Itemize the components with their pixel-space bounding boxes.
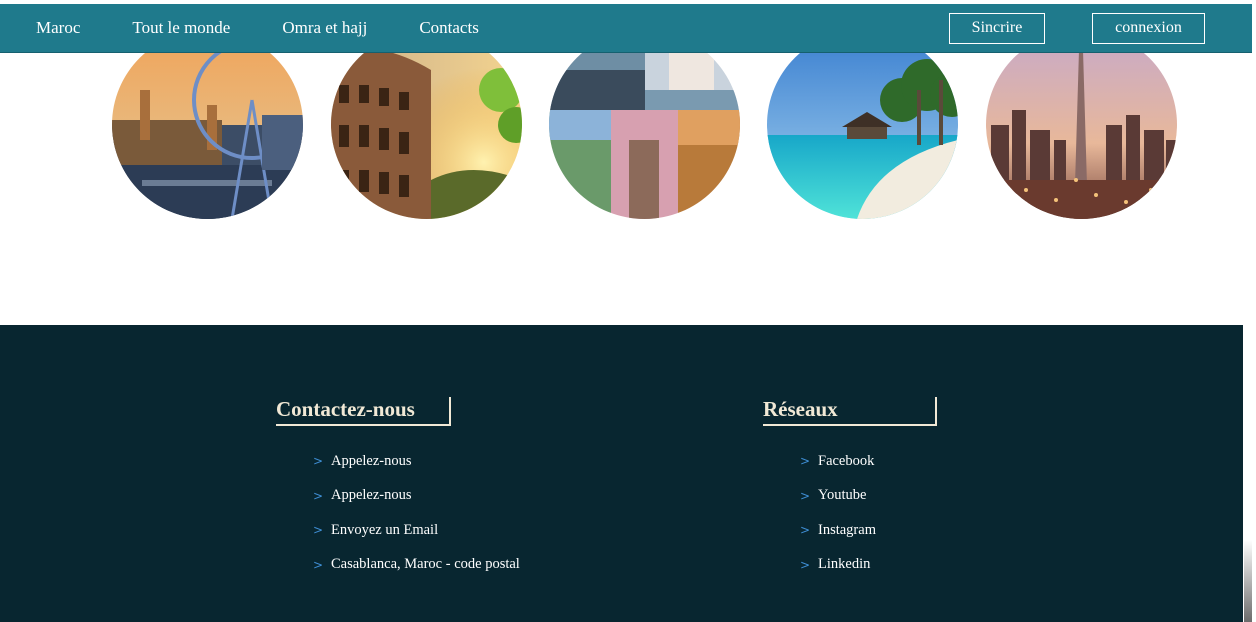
heading-divider <box>449 397 451 426</box>
list-item: > Linkedin <box>800 548 937 583</box>
contact-link-address[interactable]: Casablanca, Maroc - code postal <box>331 556 520 573</box>
destination-colosseum-icon[interactable] <box>331 30 522 219</box>
chevron-right-icon: > <box>800 557 811 572</box>
nav-link-omra-hajj[interactable]: Omra et hajj <box>282 18 367 38</box>
social-link-youtube[interactable]: Youtube <box>818 487 866 504</box>
social-link-facebook[interactable]: Facebook <box>818 453 874 470</box>
nav-auth: Sincrire connexion <box>949 12 1205 44</box>
nav-link-tout-le-monde[interactable]: Tout le monde <box>132 18 230 38</box>
contact-heading: Contactez-nous <box>276 397 451 426</box>
list-item: > Instagram <box>800 513 937 548</box>
chevron-right-icon: > <box>313 557 324 572</box>
chevron-right-icon: > <box>800 454 811 469</box>
heading-divider <box>935 397 937 426</box>
list-item: > Appelez-nous <box>313 479 520 514</box>
list-item: > Appelez-nous <box>313 444 520 479</box>
contact-link-call-2[interactable]: Appelez-nous <box>331 487 412 504</box>
scrollbar-thumb[interactable] <box>1244 540 1252 622</box>
nav-link-maroc[interactable]: Maroc <box>36 18 80 38</box>
chevron-right-icon: > <box>313 523 324 538</box>
chevron-right-icon: > <box>313 454 324 469</box>
destination-world-wonders-icon[interactable] <box>549 30 740 219</box>
footer-contact-column: Contactez-nous > Appelez-nous > Appelez-no… <box>276 397 520 582</box>
nav-links: Maroc Tout le monde Omra et hajj Contact… <box>36 18 531 38</box>
top-navbar: Maroc Tout le monde Omra et hajj Contact… <box>0 4 1252 53</box>
social-heading: Réseaux <box>763 397 937 426</box>
chevron-right-icon: > <box>800 523 811 538</box>
social-link-instagram[interactable]: Instagram <box>818 522 876 539</box>
contact-list: > Appelez-nous > Appelez-nous > Envoyez un … <box>313 444 520 582</box>
destination-maldives-beach-icon[interactable] <box>767 30 958 219</box>
social-heading-text: Réseaux <box>763 397 838 421</box>
signup-button[interactable]: Sincrire <box>949 12 1045 44</box>
contact-heading-text: Contactez-nous <box>276 397 415 421</box>
chevron-right-icon: > <box>800 488 811 503</box>
footer-social-column: Réseaux > Facebook > Youtube > Instagram > L… <box>763 397 937 582</box>
social-link-linkedin[interactable]: Linkedin <box>818 556 870 573</box>
contact-link-call-1[interactable]: Appelez-nous <box>331 453 412 470</box>
destination-london-icon[interactable] <box>112 30 303 219</box>
list-item: > Envoyez un Email <box>313 513 520 548</box>
destination-gallery <box>0 30 1252 220</box>
destination-dubai-icon[interactable] <box>986 30 1177 219</box>
footer: Contactez-nous > Appelez-nous > Appelez-no… <box>0 325 1243 622</box>
login-button[interactable]: connexion <box>1092 12 1205 44</box>
list-item: > Casablanca, Maroc - code postal <box>313 548 520 583</box>
nav-link-contacts[interactable]: Contacts <box>419 18 479 38</box>
contact-link-email[interactable]: Envoyez un Email <box>331 522 438 539</box>
social-list: > Facebook > Youtube > Instagram > Linkedin <box>800 444 937 582</box>
chevron-right-icon: > <box>313 488 324 503</box>
list-item: > Facebook <box>800 444 937 479</box>
list-item: > Youtube <box>800 479 937 514</box>
